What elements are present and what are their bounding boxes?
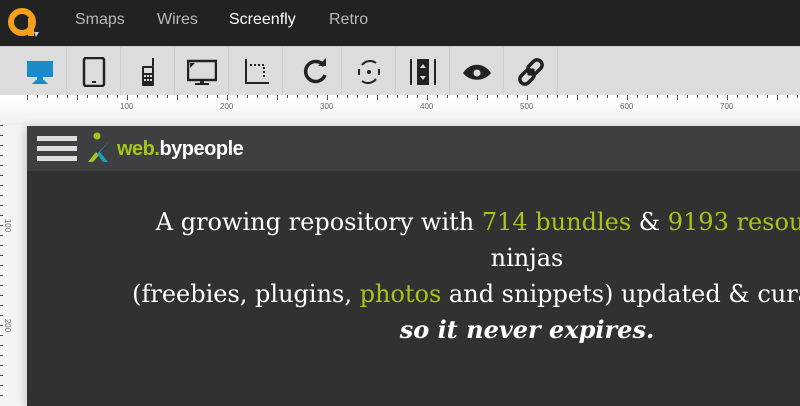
ruler-label: 600	[620, 102, 634, 111]
ruler-label: 700	[720, 102, 734, 111]
scroll-toggle-button[interactable]	[396, 47, 450, 96]
ruler-label: 400	[420, 102, 434, 111]
custom-size-icon	[244, 58, 269, 84]
share-link-button[interactable]	[504, 47, 558, 96]
resources-count: 9193 resources for	[667, 208, 800, 236]
site-header: web.bypeople	[27, 126, 800, 171]
refresh-button[interactable]	[288, 47, 342, 96]
vertical-ruler: 100 200	[0, 125, 22, 400]
preview-button[interactable]	[450, 47, 504, 96]
app-logo-icon[interactable]	[8, 8, 40, 38]
text: &	[631, 208, 668, 236]
text: (freebies, plugins,	[132, 280, 360, 308]
device-toolbar	[0, 46, 800, 96]
hero-line: ninjas	[490, 244, 564, 272]
television-icon	[186, 59, 217, 85]
nav-screenfly[interactable]: Screenfly	[229, 11, 296, 29]
rotate-icon	[357, 59, 380, 84]
photos-link[interactable]: photos	[360, 280, 442, 308]
ruler-ticks	[0, 125, 3, 396]
mobile-phone-icon	[141, 57, 154, 86]
refresh-icon	[303, 57, 327, 83]
ruler-label: 500	[520, 102, 534, 111]
rotate-button[interactable]	[342, 47, 396, 96]
text: A growing repository with	[155, 208, 482, 236]
bundles-count: 714 bundles	[481, 208, 632, 236]
hero-line: (freebies, plugins, photos and snippets)…	[27, 276, 800, 312]
custom-size-button[interactable]	[229, 47, 283, 96]
hero-line: A growing repository with 714 bundles & …	[27, 204, 800, 240]
text: and snippets) updated & curated daily,	[448, 280, 800, 308]
brand-part: web.	[117, 138, 160, 160]
tv-button[interactable]	[175, 47, 229, 96]
nav-wires[interactable]: Wires	[157, 11, 198, 29]
horizontal-ruler: 100 200 300 400 500 600 700	[0, 95, 800, 125]
share-link-icon	[517, 57, 544, 86]
nav-retro[interactable]: Retro	[329, 11, 368, 29]
bypeople-logo-icon	[86, 132, 110, 162]
tablet-icon	[82, 56, 105, 87]
preview-frame: web.bypeople A growing repository with 7…	[27, 126, 800, 406]
ruler-label: 100	[120, 102, 134, 111]
ruler-label: 100	[3, 218, 13, 233]
hamburger-menu-icon[interactable]	[37, 136, 77, 162]
desktop-icon	[26, 60, 53, 84]
top-navigation-bar: Smaps Wires Screenfly Retro	[0, 0, 800, 46]
brand-part: bypeople	[159, 138, 244, 160]
hero-text: A growing repository with 714 bundles & …	[27, 204, 800, 348]
ruler-label: 300	[320, 102, 334, 111]
ruler-label: 200	[3, 318, 13, 333]
preview-eye-icon	[462, 64, 491, 80]
ruler-label: 200	[220, 102, 234, 111]
mobile-button[interactable]	[121, 47, 175, 96]
scroll-toggle-icon	[409, 58, 436, 85]
desktop-button[interactable]	[13, 47, 67, 96]
nav-smaps[interactable]: Smaps	[75, 11, 125, 29]
hero-tagline: so it never expires.	[399, 315, 655, 344]
site-brand[interactable]: web.bypeople	[117, 138, 244, 161]
tablet-button[interactable]	[67, 47, 121, 96]
